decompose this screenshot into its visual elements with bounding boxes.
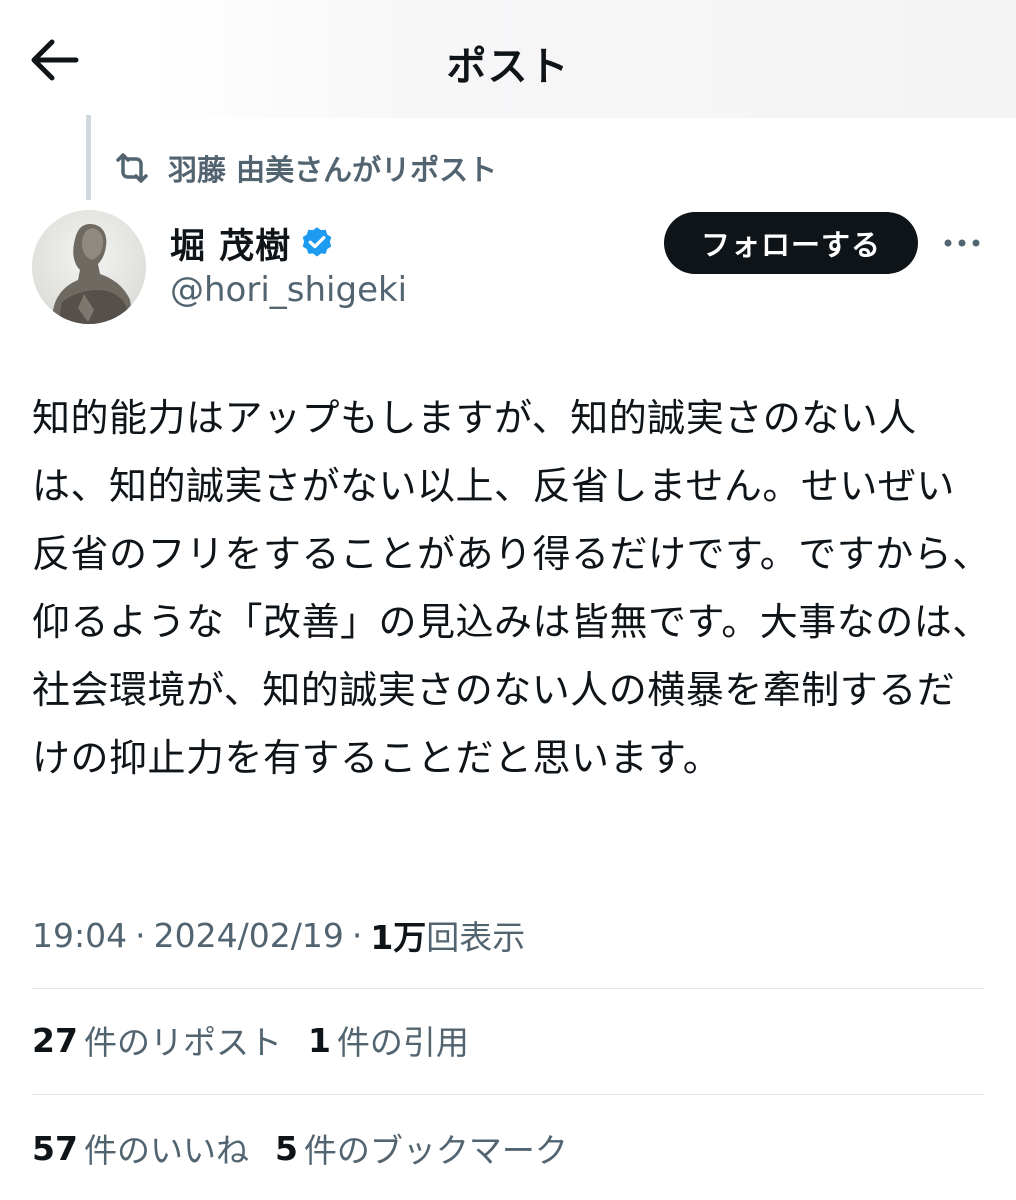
post-meta: 19:04 · 2024/02/19 · 1万 回表示 — [32, 910, 525, 960]
repost-context-text: 羽藤 由美さんがリポスト — [168, 153, 498, 187]
author-name-row[interactable]: 堀 茂樹 — [170, 218, 335, 268]
likes-count: 57 — [32, 1128, 78, 1168]
reposts-label: 件のリポスト — [83, 1023, 282, 1062]
views-label: 回表示 — [426, 918, 526, 957]
more-options-button[interactable] — [940, 226, 984, 260]
follow-button[interactable]: フォローする — [664, 212, 918, 274]
reposts-stat[interactable]: 27 件のリポスト — [32, 1016, 282, 1064]
post-date[interactable]: 2024/02/19 — [154, 916, 344, 955]
bookmarks-stat[interactable]: 5 件のブックマーク — [275, 1124, 568, 1172]
divider — [32, 988, 984, 989]
quotes-count: 1 — [307, 1020, 331, 1060]
likes-stat[interactable]: 57 件のいいね — [32, 1124, 249, 1172]
post-time[interactable]: 19:04 — [32, 916, 127, 955]
page-title: ポスト — [446, 44, 570, 90]
bookmarks-count: 5 — [274, 1128, 298, 1168]
stats-row-likes: 57 件のいいね 5 件のブックマーク — [32, 1120, 568, 1176]
bookmarks-label: 件のブックマーク — [303, 1131, 568, 1170]
author-handle[interactable]: @hori_shigeki — [170, 270, 407, 310]
thread-line — [86, 115, 91, 200]
top-bar: ポスト — [0, 0, 1016, 118]
stats-row-reposts: 27 件のリポスト 1 件の引用 — [32, 1012, 469, 1068]
quotes-stat[interactable]: 1 件の引用 — [308, 1016, 469, 1064]
post-text: 知的能力はアップもしますが、知的誠実さのない人は、知的誠実さがない以上、反省しま… — [32, 396, 991, 780]
avatar[interactable] — [32, 210, 146, 324]
likes-label: 件のいいね — [83, 1131, 249, 1170]
verified-badge-icon — [302, 227, 332, 257]
separator-dot: · — [351, 915, 363, 955]
repost-icon — [116, 153, 148, 183]
reposts-count: 27 — [32, 1020, 78, 1060]
quotes-label: 件の引用 — [336, 1023, 469, 1062]
more-icon — [944, 239, 980, 247]
repost-context[interactable]: 羽藤 由美さんがリポスト — [112, 146, 497, 190]
divider — [32, 1094, 984, 1095]
avatar-image — [32, 210, 146, 324]
separator-dot: · — [135, 915, 146, 955]
views-count: 1万 — [370, 918, 427, 957]
author-name[interactable]: 堀 茂樹 — [170, 218, 291, 269]
